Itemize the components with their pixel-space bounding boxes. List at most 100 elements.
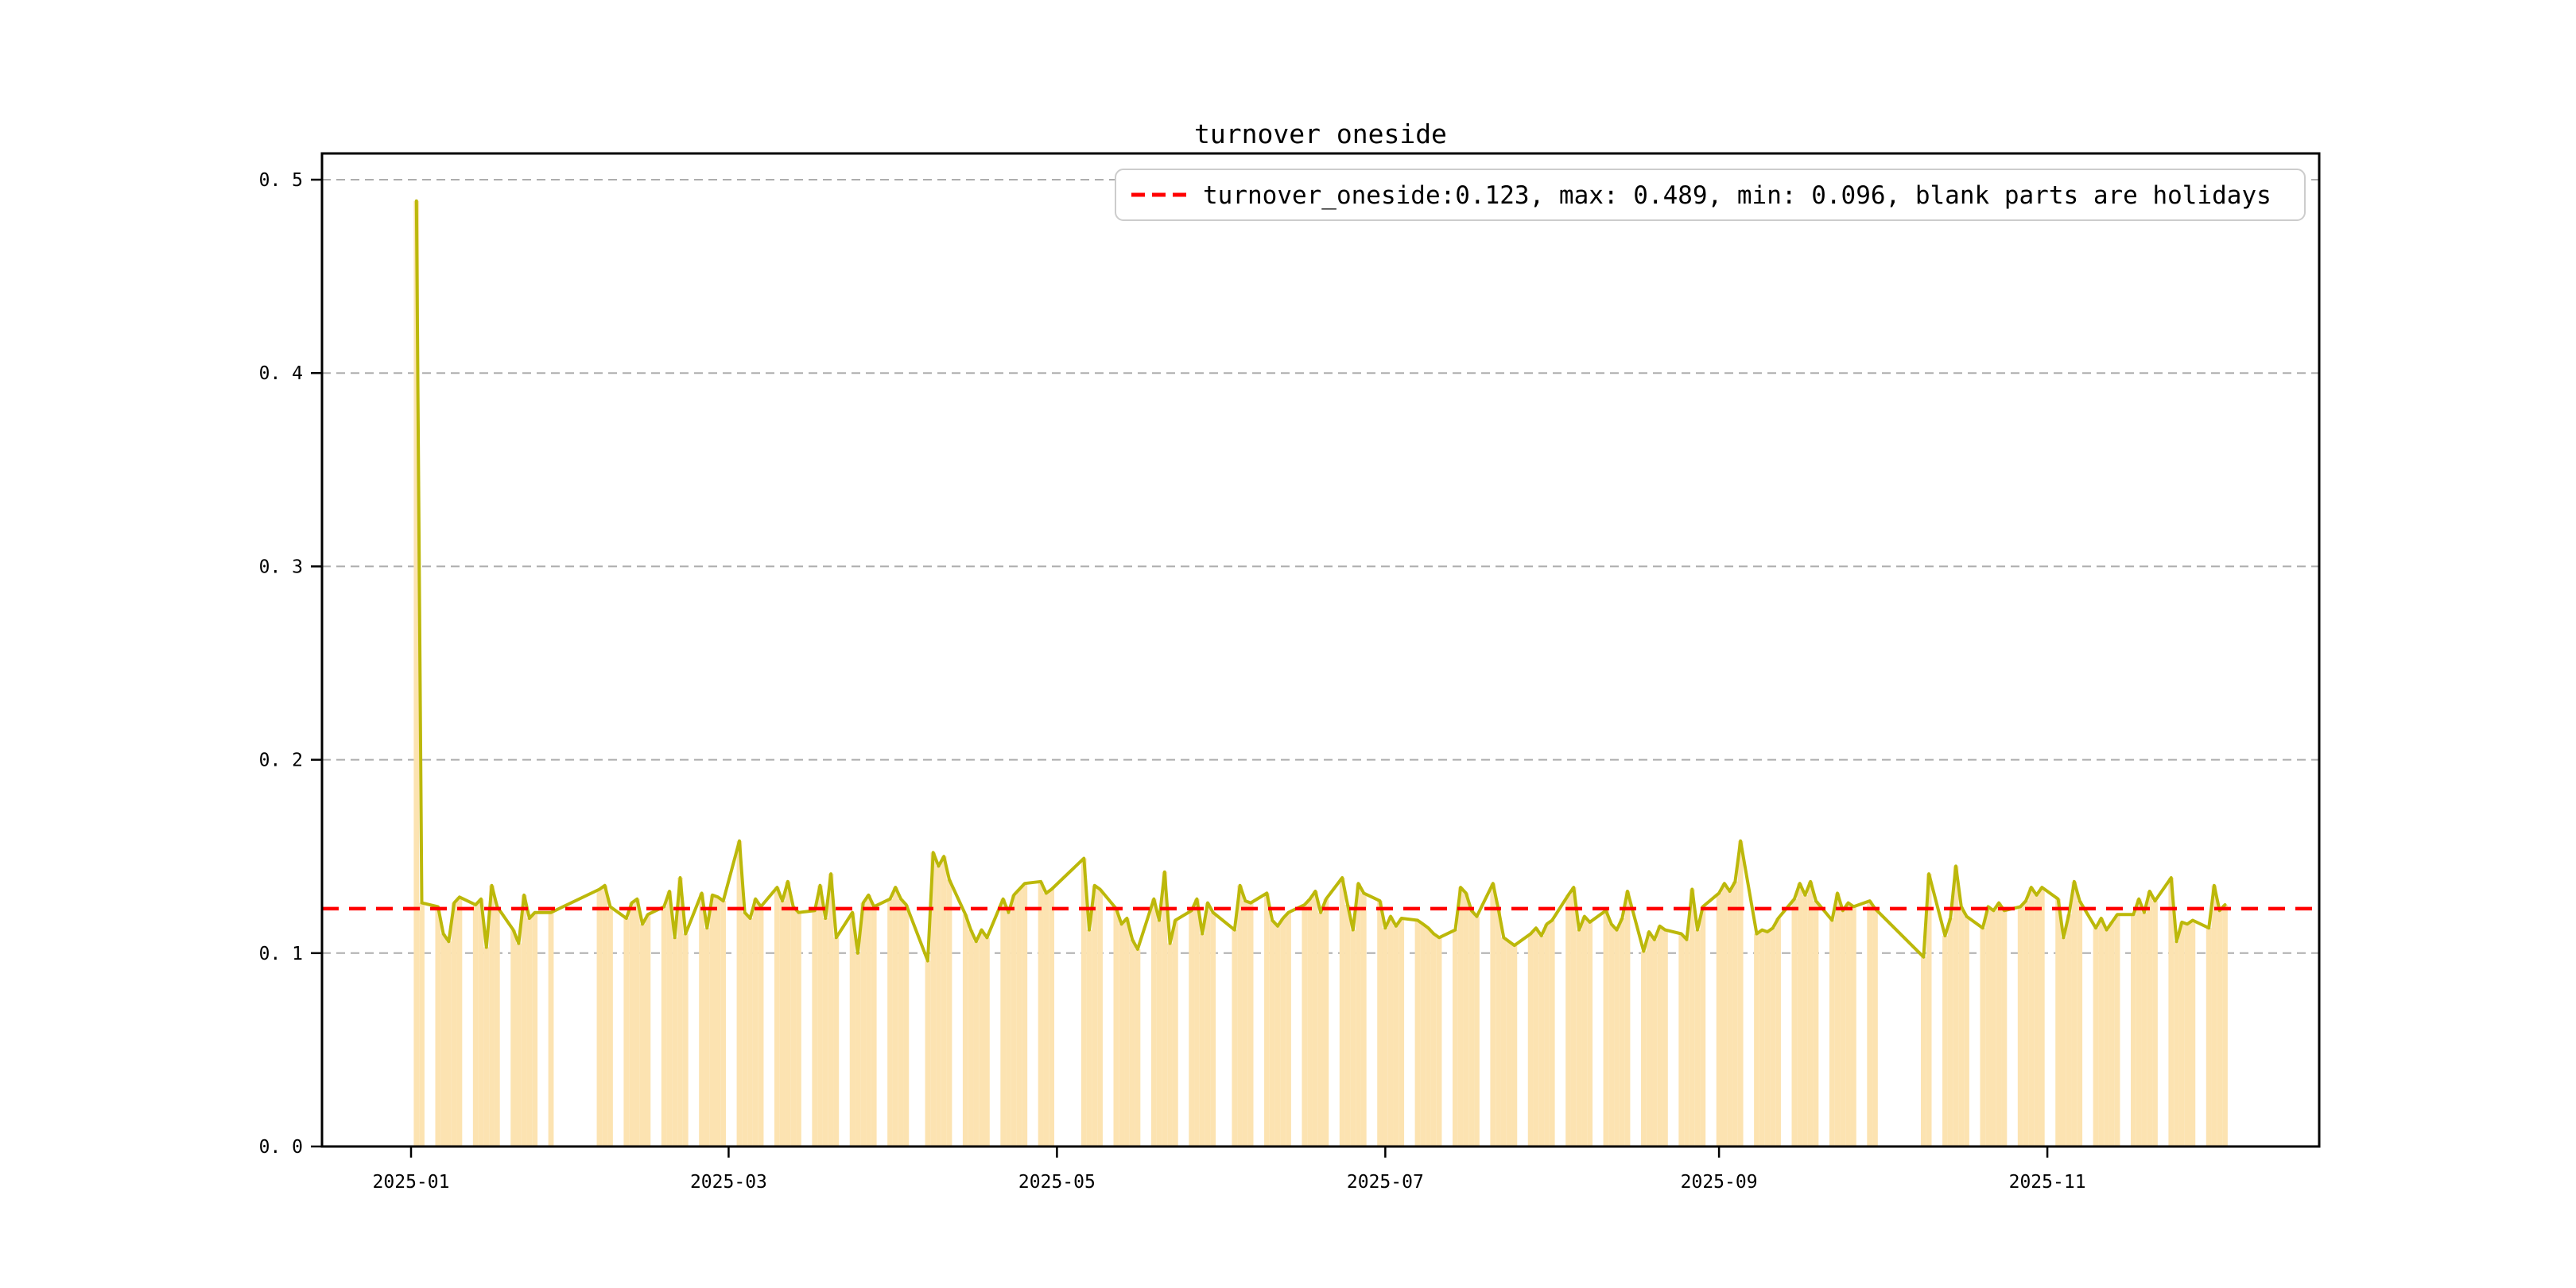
trading-day-bar (1958, 906, 1964, 1146)
trading-day-bar (1980, 928, 1985, 1146)
trading-day-bar (1528, 933, 1534, 1146)
trading-day-bar (2034, 895, 2039, 1146)
turnover-bars (413, 201, 2227, 1146)
trading-day-bar (1468, 910, 1474, 1146)
trading-day-bar (1577, 930, 1582, 1146)
trading-day-bar (855, 953, 861, 1146)
trading-day-bar (1264, 893, 1270, 1146)
trading-day-bar (672, 937, 677, 1146)
trading-day-bar (898, 899, 904, 1146)
trading-day-bar (1194, 899, 1200, 1146)
trading-day-bar (1350, 930, 1356, 1146)
trading-day-bar (1157, 920, 1162, 1146)
trading-day-bar (936, 866, 941, 1146)
trading-day-bar (1167, 944, 1173, 1146)
trading-day-bar (1647, 932, 1652, 1146)
trading-day-bar (1490, 883, 1496, 1146)
trading-day-bar (1415, 920, 1421, 1146)
trading-day-bar (1851, 906, 1856, 1146)
trading-day-bar (1651, 940, 1657, 1146)
trading-day-bar (1135, 949, 1141, 1146)
trading-day-bar (1017, 890, 1022, 1146)
trading-day-bar (1608, 924, 1614, 1146)
trading-day-bar (1092, 886, 1097, 1146)
trading-day-bar (2066, 914, 2072, 1146)
trading-day-bar (667, 891, 673, 1146)
trading-day-bar (440, 933, 446, 1146)
trading-day-bar (1985, 906, 1991, 1146)
trading-day-bar (2206, 928, 2212, 1146)
trading-day-bar (1759, 930, 1765, 1146)
trading-day-bar (1727, 891, 1732, 1146)
x-tick-label: 2025-03 (690, 1172, 767, 1193)
trading-day-bar (1738, 841, 1744, 1146)
trading-day-bar (1340, 878, 1345, 1146)
trading-day-bar (1604, 910, 1609, 1146)
trading-day-bar (786, 882, 791, 1146)
trading-day-bar (1464, 893, 1469, 1146)
trading-day-bar (742, 913, 747, 1146)
turnover-chart: turnover oneside 0. 00. 10. 20. 30. 40. … (0, 0, 2576, 1288)
trading-day-bar (457, 897, 463, 1146)
trading-day-bar (716, 897, 721, 1146)
trading-day-bar (1802, 895, 1808, 1146)
trading-day-bar (2115, 914, 2120, 1146)
trading-day-bar (1248, 903, 1254, 1146)
trading-day-bar (1571, 887, 1577, 1146)
trading-day-bar (817, 886, 823, 1146)
trading-day-bar (704, 928, 710, 1146)
trading-day-bar (2098, 918, 2104, 1146)
trading-day-bar (1538, 936, 1544, 1146)
trading-day-bar (2147, 891, 2152, 1146)
trading-day-bar (1173, 920, 1178, 1146)
trading-day-bar (1964, 917, 1969, 1146)
trading-day-bar (683, 933, 689, 1146)
grid-lines (322, 180, 2319, 953)
trading-day-bar (903, 905, 909, 1146)
trading-day-bar (516, 944, 522, 1146)
trading-day-bar (2152, 901, 2158, 1146)
y-tick-label: 0. 2 (259, 751, 303, 771)
trading-day-bar (2212, 886, 2217, 1146)
trading-day-bar (1921, 957, 1926, 1146)
trading-day-bar (2179, 922, 2185, 1146)
trading-day-bar (850, 913, 855, 1146)
trading-day-bar (677, 878, 683, 1146)
trading-day-bar (1237, 886, 1243, 1146)
trading-day-bar (1302, 905, 1307, 1146)
trading-day-bar (1625, 891, 1631, 1146)
trading-day-bar (860, 903, 866, 1146)
trading-day-bar (1662, 930, 1668, 1146)
trading-day-bar (1313, 891, 1318, 1146)
trading-day-bar (1792, 899, 1798, 1146)
trading-day-bar (871, 906, 877, 1146)
trading-day-bar (925, 961, 931, 1146)
trading-day-bar (1587, 922, 1593, 1146)
trading-day-bar (1690, 890, 1695, 1146)
trading-day-bar (963, 914, 968, 1146)
trading-day-bar (1775, 918, 1781, 1146)
trading-day-bar (1496, 909, 1501, 1146)
trading-day-bar (602, 886, 607, 1146)
trading-day-bar (1124, 918, 1130, 1146)
trading-day-bar (1049, 890, 1054, 1146)
trading-day-bar (2142, 913, 2147, 1146)
x-tick-label: 2025-07 (1347, 1172, 1424, 1193)
trading-day-bar (2061, 937, 2066, 1146)
trading-day-bar (1011, 895, 1017, 1146)
trading-day-bar (2039, 887, 2045, 1146)
trading-day-bar (1814, 901, 1819, 1146)
trading-day-bar (1189, 910, 1194, 1146)
trading-day-bar (1620, 918, 1625, 1146)
trading-day-bar (2190, 920, 2195, 1146)
trading-day-bar (1474, 917, 1480, 1146)
trading-day-bar (780, 901, 786, 1146)
trading-day-bar (1318, 913, 1324, 1146)
trading-day-bar (510, 930, 516, 1146)
trading-day-bar (1867, 901, 1872, 1146)
trading-day-bar (1307, 899, 1313, 1146)
trading-day-bar (1205, 903, 1211, 1146)
trading-day-bar (1732, 882, 1738, 1146)
trading-day-bar (1151, 899, 1157, 1146)
trading-day-bar (2174, 941, 2179, 1146)
